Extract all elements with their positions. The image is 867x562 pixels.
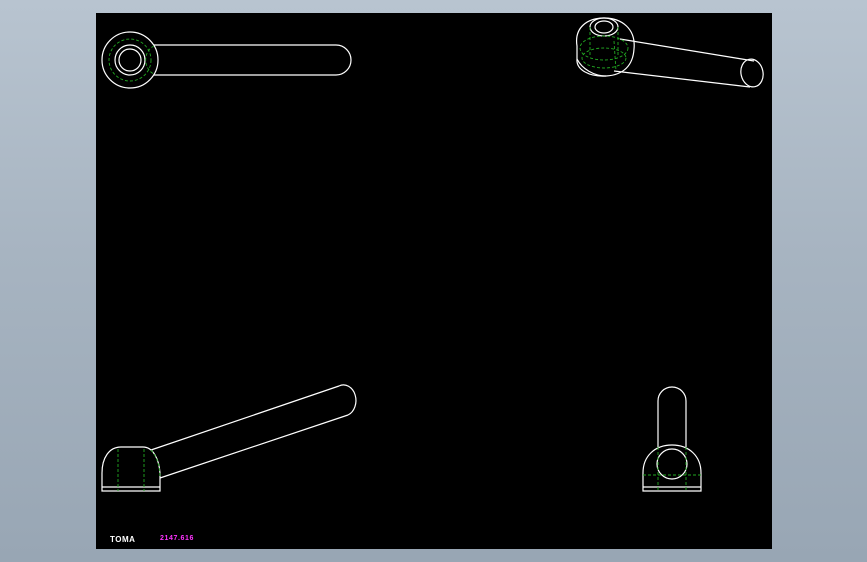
side-view-lever-section <box>656 448 688 480</box>
top-view-hidden-lever-end <box>145 45 155 75</box>
front-view-lever-top-edge <box>150 385 340 451</box>
cad-drawing-canvas[interactable]: TOMA 2147.616 <box>96 13 772 549</box>
side-view-hidden-bore <box>657 447 687 491</box>
top-view <box>101 31 352 89</box>
top-view-bore-inner <box>118 48 142 72</box>
iso-head-body <box>576 17 635 77</box>
iso-lever-end-cap <box>740 58 764 88</box>
iso-hidden-ring-2 <box>581 47 627 69</box>
title-block-logo: TOMA <box>110 535 136 544</box>
front-view-hidden-bore <box>117 449 145 491</box>
front-view-lever-bottom-edge <box>159 414 349 479</box>
front-view-lever-end <box>338 384 357 416</box>
title-block-code: 2147.616 <box>160 535 194 542</box>
side-view-lever-outline <box>657 386 687 447</box>
iso-head-top-bore-inner <box>594 20 614 34</box>
side-view <box>642 386 702 492</box>
front-view-head <box>101 446 161 492</box>
top-view-lever-outline <box>154 44 352 76</box>
isometric-view <box>576 17 764 88</box>
front-view-hidden-lever-end <box>150 449 161 479</box>
iso-lever-top-edge <box>619 38 755 62</box>
side-view-head <box>642 444 702 492</box>
front-view <box>101 384 357 492</box>
top-view-head-outer <box>101 31 159 89</box>
iso-head-base <box>576 58 607 77</box>
cad-drawing <box>101 17 764 492</box>
iso-lever-bottom-edge <box>613 70 751 88</box>
